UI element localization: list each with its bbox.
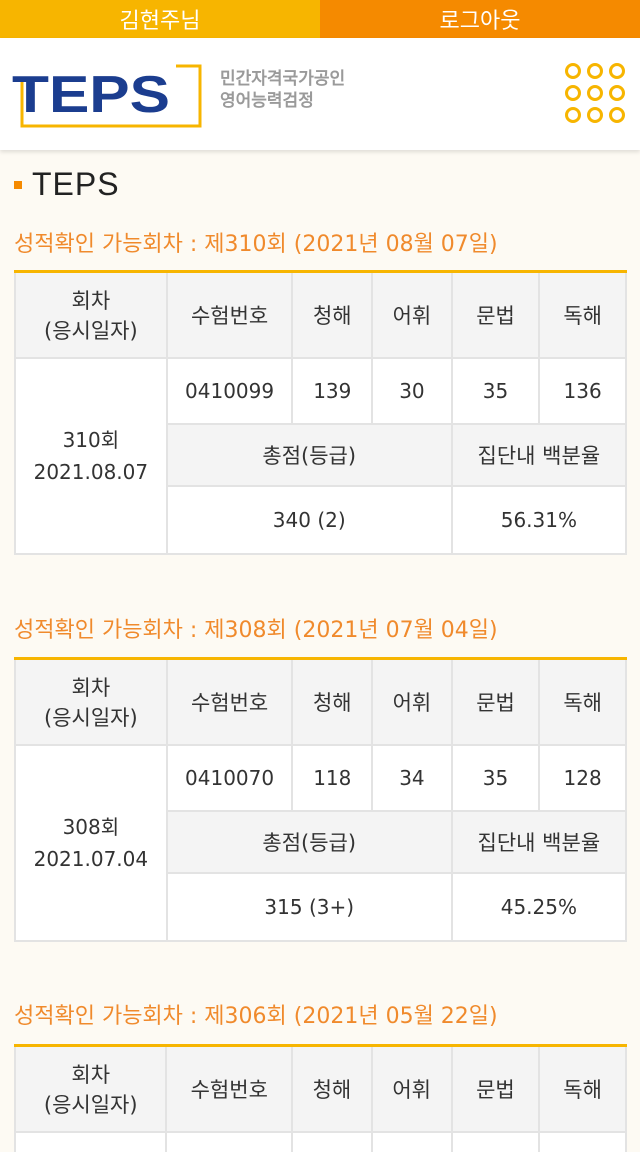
header-grammar: 문법	[450, 1044, 541, 1133]
header-listening: 청해	[291, 657, 374, 746]
header-exam-no: 수험번호	[165, 657, 294, 746]
menu-grid-icon[interactable]	[562, 60, 628, 126]
header: TEPS 민간자격국가공인 영어능력검정	[0, 38, 640, 150]
header-reading: 독해	[538, 270, 627, 359]
reading-cell	[538, 1130, 627, 1152]
header-vocab: 어휘	[370, 1044, 453, 1133]
score-table: 회차 (응시일자) 수험번호 청해 어휘 문법 독해	[13, 1044, 627, 1152]
logo-subtitle-line1: 민간자격국가공인	[220, 69, 346, 89]
logout-button[interactable]: 로그아웃	[320, 0, 640, 38]
grammar-cell	[450, 1130, 541, 1152]
exam-no-cell	[165, 1130, 294, 1152]
exam-no-cell: 0410070	[165, 743, 294, 812]
top-bar: 김현주님 로그아웃	[0, 0, 640, 38]
total-cell: 340 (2)	[165, 484, 453, 555]
header-listening: 청해	[291, 270, 374, 359]
round-heading: 성적확인 가능회차 : 제310회 (2021년 08월 07일)	[14, 232, 498, 257]
listening-cell	[291, 1130, 373, 1152]
header-percentile: 집단내 백분율	[450, 422, 628, 487]
teps-logo[interactable]: TEPS	[12, 60, 208, 130]
logo-subtitle: 민간자격국가공인 영어능력검정	[220, 68, 345, 112]
reading-cell: 128	[538, 743, 627, 812]
logo-subtitle-line2: 영어능력검정	[220, 91, 314, 111]
listening-cell: 118	[291, 743, 374, 812]
listening-cell: 139	[291, 356, 374, 425]
percentile-cell: 56.31%	[450, 484, 628, 555]
round-cell	[13, 1130, 168, 1152]
header-percentile: 집단내 백분율	[450, 809, 628, 874]
percentile-cell: 45.25%	[450, 871, 628, 942]
vocab-cell: 30	[371, 356, 453, 425]
header-listening: 청해	[291, 1044, 373, 1133]
user-name-link[interactable]: 김현주님	[0, 0, 320, 38]
round-heading: 성적확인 가능회차 : 제306회 (2021년 05월 22일)	[14, 1004, 498, 1029]
header-reading: 독해	[538, 1044, 627, 1133]
header-round: 회차 (응시일자)	[14, 270, 168, 359]
header-reading: 독해	[538, 657, 627, 746]
grammar-cell: 35	[450, 356, 541, 425]
exam-no-cell: 0410099	[165, 356, 294, 425]
header-total: 총점(등급)	[165, 422, 453, 487]
grammar-cell: 35	[450, 743, 541, 812]
score-table: 회차 (응시일자) 수험번호 청해 어휘 문법 독해 308회 2021.07.04…	[14, 657, 628, 942]
round-heading: 성적확인 가능회차 : 제308회 (2021년 07월 04일)	[14, 618, 498, 643]
header-grammar: 문법	[450, 270, 541, 359]
page-title: TEPS	[14, 166, 120, 203]
logo-text: TEPS	[12, 66, 170, 124]
header-vocab: 어휘	[371, 270, 453, 359]
header-round: 회차 (응시일자)	[14, 657, 168, 746]
header-vocab: 어휘	[371, 657, 453, 746]
header-total: 총점(등급)	[165, 809, 453, 874]
vocab-cell: 34	[371, 743, 453, 812]
total-cell: 315 (3+)	[165, 871, 453, 942]
header-exam-no: 수험번호	[165, 270, 294, 359]
round-cell: 310회 2021.08.07	[14, 356, 168, 555]
header-exam-no: 수험번호	[165, 1044, 294, 1133]
reading-cell: 136	[538, 356, 627, 425]
score-table: 회차 (응시일자) 수험번호 청해 어휘 문법 독해 310회 2021.08.07…	[14, 270, 628, 555]
vocab-cell	[370, 1130, 453, 1152]
header-round: 회차 (응시일자)	[13, 1044, 168, 1133]
header-grammar: 문법	[450, 657, 541, 746]
round-cell: 308회 2021.07.04	[14, 743, 168, 942]
bullet-square-icon	[14, 180, 22, 189]
